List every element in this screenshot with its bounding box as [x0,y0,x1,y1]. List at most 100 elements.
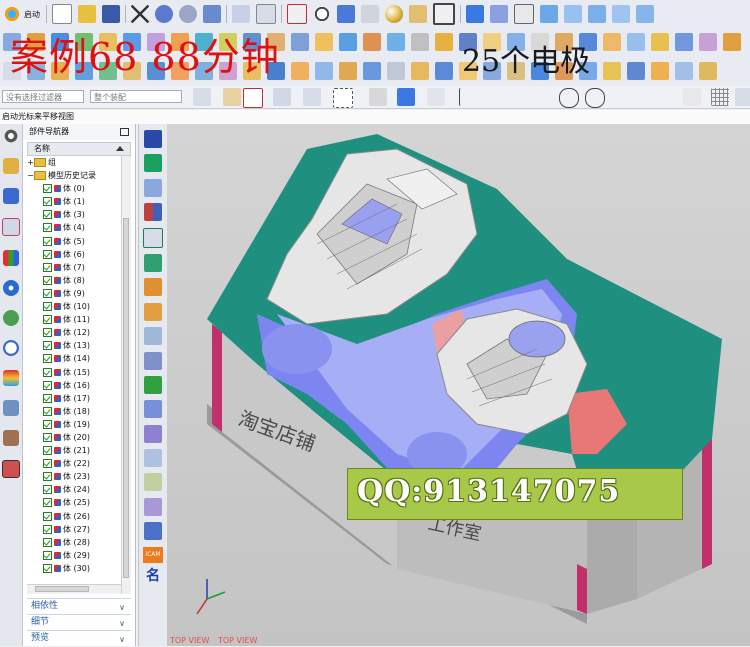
tree-node-body[interactable]: 体 (18) [27,405,121,418]
expand-icon[interactable]: + [27,156,34,169]
part-navigator-icon[interactable] [2,218,20,236]
visibility-checkbox[interactable] [43,446,52,456]
tree-node-body[interactable]: 体 (11) [27,313,121,326]
tool-icon[interactable] [435,62,453,80]
surface-icon[interactable] [564,5,582,23]
icam-button[interactable]: iCAM [143,546,163,563]
feature-icon[interactable] [315,33,333,51]
tree-node-body[interactable]: 体 (9) [27,287,121,300]
gear-icon[interactable] [3,128,19,144]
visibility-checkbox[interactable] [43,249,52,259]
clock-icon[interactable] [3,340,19,356]
snap-slash-icon[interactable] [659,88,677,106]
preview-panel[interactable]: 预览 ∨ [27,630,131,644]
tree-node-body[interactable]: 体 (14) [27,352,121,365]
tool-icon[interactable] [3,400,19,416]
rename-icon[interactable] [144,351,162,370]
feature-icon[interactable] [723,33,741,51]
visibility-checkbox[interactable] [43,341,52,351]
snap-circle-icon[interactable] [585,88,605,108]
zoom-icon[interactable] [313,5,331,23]
tree-node-body[interactable]: 体 (21) [27,444,121,457]
visibility-checkbox[interactable] [43,406,52,416]
role-icon[interactable] [3,430,19,446]
horizontal-scrollbar[interactable] [27,584,121,594]
vertical-scrollbar[interactable] [121,156,131,594]
electrode-icon[interactable] [144,473,162,492]
feature-icon[interactable] [435,33,453,51]
assembly-navigator-icon[interactable] [3,158,19,174]
feature-icon[interactable] [291,33,309,51]
electrode-icon[interactable] [144,400,162,419]
tool-icon[interactable] [291,62,309,80]
visibility-checkbox[interactable] [43,236,52,246]
tree-node-body[interactable]: 体 (20) [27,431,121,444]
snap-icon[interactable] [735,88,750,106]
type-filter-select[interactable]: 没有选择过滤器 [2,90,84,103]
shaded-view-icon[interactable] [337,5,355,23]
visibility-checkbox[interactable] [43,511,52,521]
visibility-checkbox[interactable] [43,419,52,429]
tree-node-body[interactable]: 体 (24) [27,483,121,496]
select-icon[interactable] [273,88,291,106]
extrude-icon[interactable] [466,5,484,23]
tool-icon[interactable] [699,62,717,80]
export-icon[interactable] [144,522,162,541]
select-icon[interactable] [243,88,263,108]
palette-icon[interactable] [3,370,19,386]
visibility-checkbox[interactable] [43,262,52,272]
name-button[interactable]: 名 [143,567,163,585]
select-icon[interactable] [427,88,445,106]
snap-plus-icon[interactable] [633,88,651,106]
visibility-checkbox[interactable] [43,393,52,403]
tool-icon[interactable] [651,62,669,80]
scroll-thumb[interactable] [123,218,129,578]
history-icon[interactable] [3,310,19,326]
snap-point-icon[interactable] [232,5,250,23]
snap-point-icon[interactable] [531,88,549,106]
tree-node-body[interactable]: 体 (8) [27,274,121,287]
surface-icon[interactable] [588,5,606,23]
graphics-viewport[interactable]: 淘宝店铺 工作室 [167,124,750,646]
collapse-icon[interactable]: − [27,169,34,182]
visibility-checkbox[interactable] [43,485,52,495]
layer-icon[interactable] [409,5,427,23]
electrode-icon[interactable] [144,497,162,516]
feature-icon[interactable] [699,33,717,51]
select-icon[interactable] [333,88,353,108]
electrode-icon[interactable] [144,449,162,468]
sort-up-icon[interactable] [116,146,124,151]
visibility-checkbox[interactable] [43,380,52,390]
tree-node-body[interactable]: 体 (12) [27,326,121,339]
tree-node-group[interactable]: + 组 [27,156,121,169]
visibility-checkbox[interactable] [43,472,52,482]
tree-node-body[interactable]: 体 (29) [27,549,121,562]
visibility-checkbox[interactable] [43,315,52,325]
surface-icon[interactable] [636,5,654,23]
maximize-icon[interactable] [120,128,129,136]
move-object-icon[interactable] [203,5,221,23]
chevron-down-icon[interactable]: ∨ [119,617,125,631]
book-icon[interactable] [144,178,162,197]
visibility-checkbox[interactable] [43,367,52,377]
scroll-thumb[interactable] [35,586,89,592]
tree-node-body[interactable]: 体 (23) [27,470,121,483]
visibility-checkbox[interactable] [43,210,52,220]
visibility-checkbox[interactable] [43,184,52,194]
select-icon[interactable] [369,88,387,106]
reuse-library-icon[interactable] [3,250,19,266]
feature-icon[interactable] [339,33,357,51]
trim-icon[interactable] [144,253,162,272]
tree-node-body[interactable]: 体 (30) [27,562,121,575]
visibility-checkbox[interactable] [43,288,52,298]
electrode-icon[interactable] [144,278,162,297]
tree-node-body[interactable]: 体 (10) [27,300,121,313]
open-folder-icon[interactable] [78,5,96,23]
tree-node-body[interactable]: 体 (15) [27,366,121,379]
visibility-checkbox[interactable] [43,354,52,364]
wcs-icon[interactable] [256,4,276,24]
mirror-icon[interactable] [144,203,162,222]
extrude-icon[interactable] [144,154,162,173]
electrode-icon[interactable] [144,424,162,443]
snap-face-icon[interactable] [683,88,701,106]
